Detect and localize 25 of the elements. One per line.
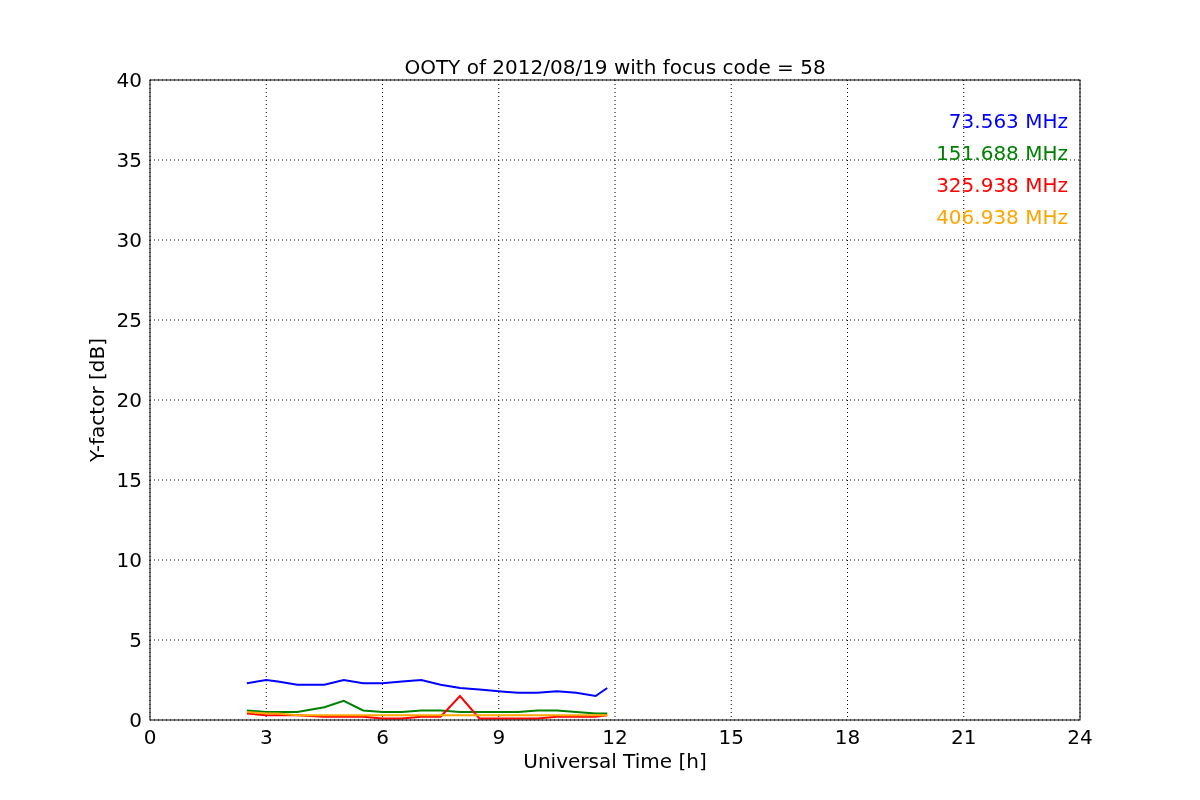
y-tick-label: 35 bbox=[116, 148, 142, 172]
x-tick-label: 24 bbox=[1067, 725, 1093, 749]
legend-label: 406.938 MHz bbox=[936, 205, 1068, 229]
y-tick-label: 40 bbox=[116, 68, 142, 92]
legend-label: 73.563 MHz bbox=[948, 109, 1068, 133]
x-tick-label: 3 bbox=[259, 725, 273, 749]
y-tick-label: 25 bbox=[116, 308, 142, 332]
y-tick-label: 0 bbox=[129, 708, 142, 732]
x-tick-label: 6 bbox=[376, 725, 389, 749]
y-tick-label: 5 bbox=[129, 628, 142, 652]
x-tick-label: 9 bbox=[492, 725, 506, 749]
legend-label: 151.688 MHz bbox=[936, 141, 1068, 165]
x-tick-label: 12 bbox=[602, 725, 628, 749]
y-tick-label: 20 bbox=[116, 388, 142, 412]
x-tick-label: 0 bbox=[143, 725, 157, 749]
legend-label: 325.938 MHz bbox=[936, 173, 1068, 197]
y-tick-label: 30 bbox=[116, 228, 142, 252]
chart-title: OOTY of 2012/08/19 with focus code = 58 bbox=[404, 55, 826, 79]
x-tick-label: 21 bbox=[951, 725, 977, 749]
x-tick-label: 18 bbox=[834, 725, 861, 749]
y-tick-label: 10 bbox=[116, 548, 142, 572]
y-tick-label: 15 bbox=[116, 468, 142, 492]
x-tick-label: 15 bbox=[718, 725, 744, 749]
y-axis-label: Y-factor [dB] bbox=[85, 338, 109, 462]
x-axis-label: Universal Time [h] bbox=[523, 749, 707, 773]
